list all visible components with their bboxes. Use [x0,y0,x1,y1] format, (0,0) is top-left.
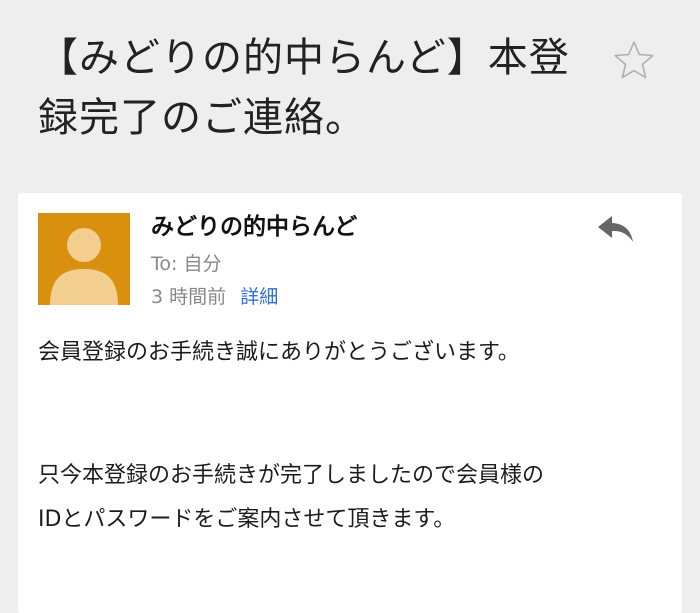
timestamp: 3 時間前 [151,286,227,308]
recipient-line: To: 自分 [151,250,221,278]
body-paragraph-line-2: IDとパスワードをご案内させて頂きます。 [38,507,456,532]
avatar-icon [38,213,130,305]
to-label: To: [151,253,178,275]
email-subject: 【みどりの的中らんど】本登録完了のご連絡。 [38,35,570,141]
details-link[interactable]: 詳細 [240,286,278,308]
reply-icon[interactable] [596,213,636,245]
body-paragraph-line-1: 只今本登録のお手続きが完了しましたので会員様の [38,463,545,488]
message-card: みどりの的中らんど To: 自分 3 時間前 詳細 会員登録のお手続き誠にありが… [18,193,682,613]
timestamp-line: 3 時間前 詳細 [151,283,278,311]
to-value: 自分 [183,253,222,275]
star-icon[interactable] [612,38,656,82]
body-paragraph-greeting: 会員登録のお手続き誠にありがとうございます。 [38,340,520,365]
sender-name[interactable]: みどりの的中らんど [151,211,357,243]
